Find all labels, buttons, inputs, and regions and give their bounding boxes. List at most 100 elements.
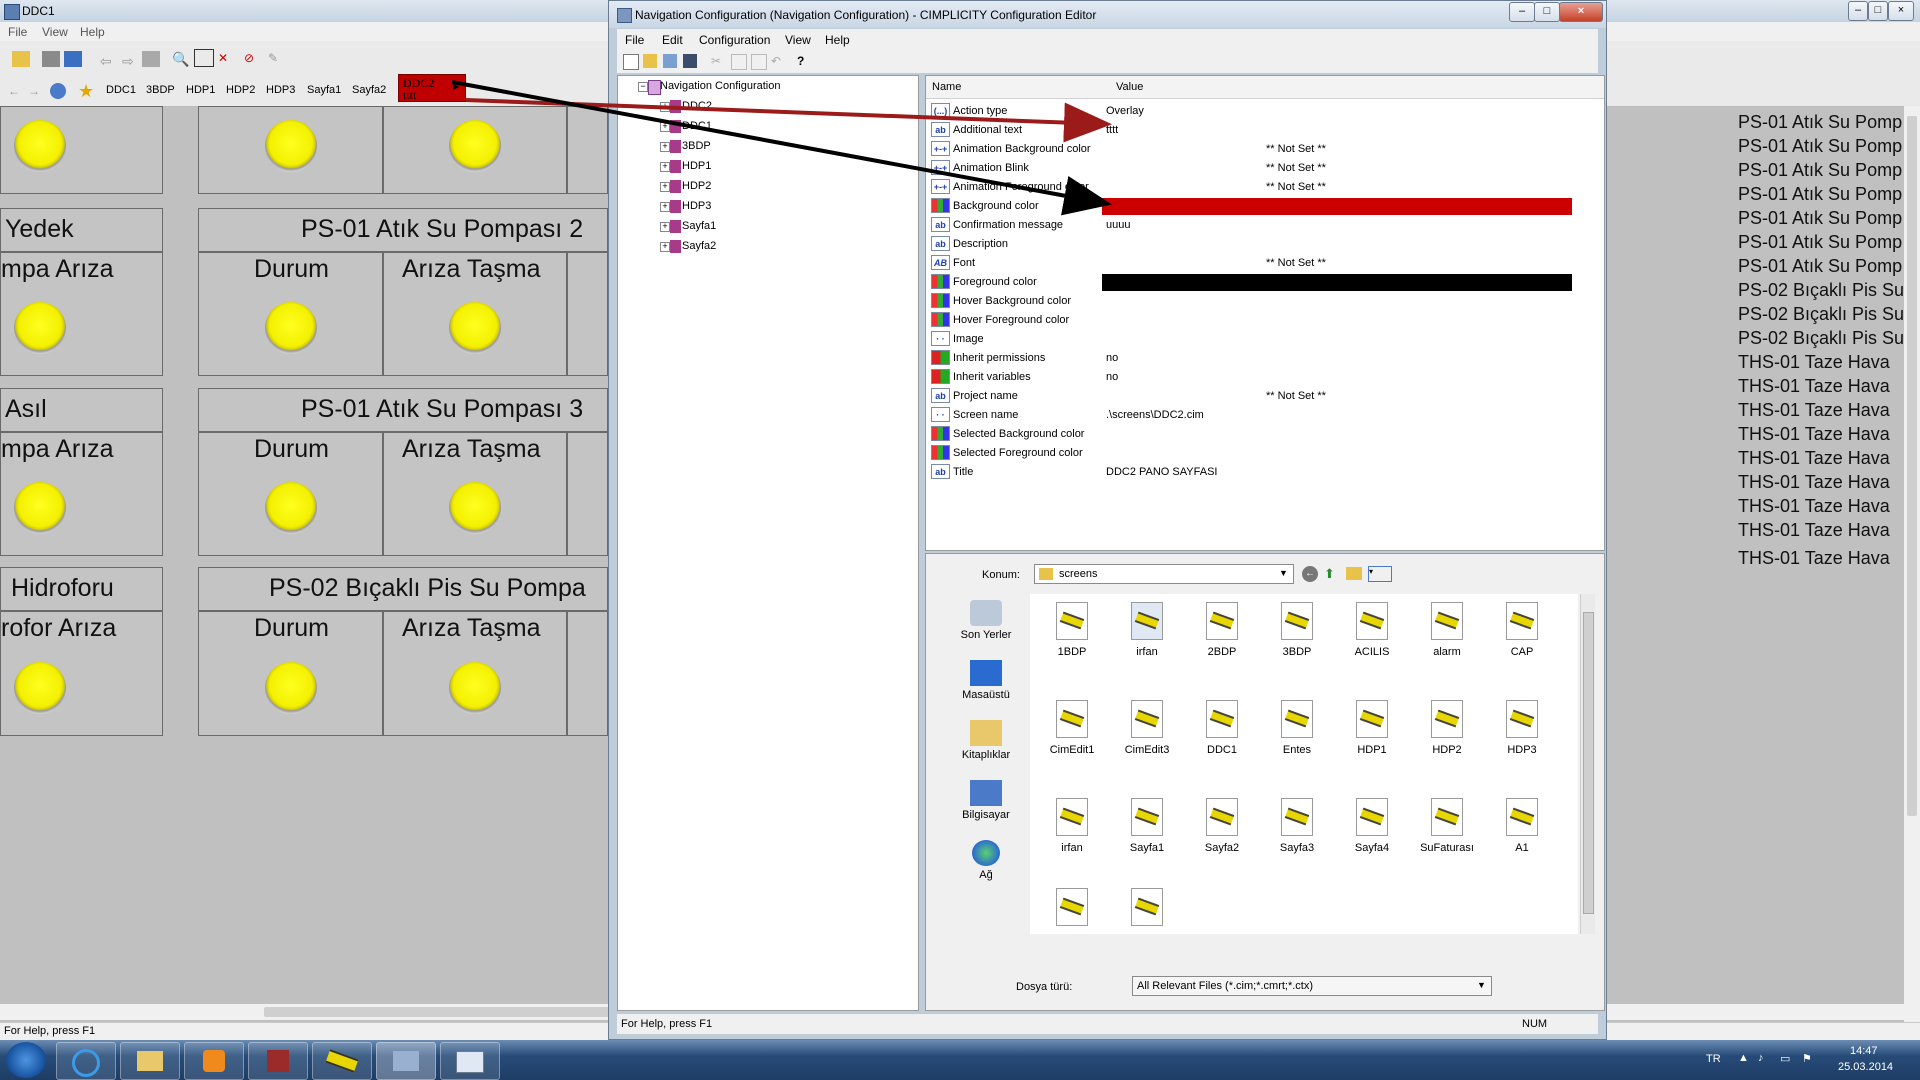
help-pointer-icon[interactable]: [64, 51, 82, 67]
cimplicity-workbench-taskbar-icon[interactable]: [248, 1042, 308, 1080]
clock-date[interactable]: 25.03.2014: [1838, 1061, 1893, 1073]
cut-icon[interactable]: ✂: [711, 54, 725, 68]
expand-icon[interactable]: +: [660, 122, 670, 132]
explorer-taskbar-icon[interactable]: [120, 1042, 180, 1080]
window-taskbar-icon[interactable]: [440, 1042, 500, 1080]
nav-link-sayfa2[interactable]: Sayfa2: [352, 84, 386, 96]
menu-view[interactable]: View: [785, 33, 811, 47]
tray-expand-icon[interactable]: ▲: [1738, 1052, 1749, 1064]
maximize-button[interactable]: □: [1868, 1, 1888, 21]
file-list-scrollbar[interactable]: [1580, 594, 1595, 934]
help-icon[interactable]: ?: [797, 54, 811, 68]
file-item[interactable]: HDP3: [1488, 700, 1556, 756]
globe-icon[interactable]: [50, 83, 66, 99]
view-menu-icon[interactable]: ▾: [1368, 566, 1392, 582]
open-icon[interactable]: [12, 51, 30, 67]
tree-item-ddc2[interactable]: + DDC2: [660, 100, 712, 113]
close-button[interactable]: ×: [1888, 1, 1914, 21]
column-header-name[interactable]: Name: [932, 81, 961, 93]
place-recent[interactable]: Son Yerler: [946, 600, 1026, 641]
expand-icon[interactable]: +: [660, 102, 670, 112]
minimize-button[interactable]: –: [1509, 2, 1535, 22]
prop-row-selected-background-color[interactable]: Selected Background color: [926, 425, 1604, 444]
maximize-button[interactable]: □: [1534, 2, 1560, 22]
menu-configuration[interactable]: Configuration: [699, 33, 770, 47]
prop-row-inherit-variables[interactable]: Inherit variables no: [926, 368, 1604, 387]
prop-row-animation-blink[interactable]: +-+ Animation Blink ** Not Set **: [926, 159, 1604, 178]
background-color-swatch[interactable]: [1102, 198, 1572, 215]
prop-row-description[interactable]: ab Description: [926, 235, 1604, 254]
file-item[interactable]: Sayfa2: [1188, 798, 1256, 854]
prop-value[interactable]: DDC2 PANO SAYFASI: [1106, 466, 1217, 478]
print-icon[interactable]: [42, 51, 60, 67]
tree-item-3bdp[interactable]: + 3BDP: [660, 140, 711, 153]
zoom-cancel-icon[interactable]: ✕: [218, 51, 236, 67]
place-libraries[interactable]: Kitaplıklar: [946, 720, 1026, 761]
new-folder-icon[interactable]: [1346, 567, 1362, 580]
filetype-dropdown[interactable]: All Relevant Files (*.cim;*.cmrt;*.ctx) …: [1132, 976, 1492, 996]
prop-row-action-type[interactable]: (...) Action type Overlay: [926, 102, 1604, 121]
file-item[interactable]: CimEdit1: [1038, 700, 1106, 756]
file-item[interactable]: irfan: [1113, 602, 1181, 658]
tree-item-hdp3[interactable]: + HDP3: [660, 200, 711, 213]
place-computer[interactable]: Bilgisayar: [946, 780, 1026, 821]
tree-item-hdp1[interactable]: + HDP1: [660, 160, 711, 173]
open-icon[interactable]: [643, 54, 657, 68]
vertical-scrollbar[interactable]: [1904, 106, 1920, 1022]
prop-value[interactable]: tttt: [1106, 124, 1118, 136]
file-item[interactable]: 3BDP: [1263, 602, 1331, 658]
menu-help[interactable]: Help: [825, 33, 850, 47]
file-item[interactable]: Entes: [1263, 700, 1331, 756]
prop-row-animation-background-color[interactable]: +-+ Animation Background color ** Not Se…: [926, 140, 1604, 159]
file-item[interactable]: SuFaturası: [1413, 798, 1481, 854]
place-network[interactable]: Ağ: [946, 840, 1026, 881]
prop-row-confirmation-message[interactable]: ab Confirmation message uuuu: [926, 216, 1604, 235]
prop-row-screen-name[interactable]: · · Screen name .\screens\DDC2.cim: [926, 406, 1604, 425]
favorite-star-icon[interactable]: ★: [78, 81, 96, 101]
file-item[interactable]: CAP: [1488, 602, 1556, 658]
file-item[interactable]: ACILIS: [1338, 602, 1406, 658]
prop-value[interactable]: ** Not Set **: [1226, 390, 1366, 402]
tree-item-sayfa1[interactable]: + Sayfa1: [660, 220, 716, 233]
menu-view[interactable]: View: [42, 25, 68, 39]
prop-row-title[interactable]: ab Title DDC2 PANO SAYFASI: [926, 463, 1604, 482]
stop-icon[interactable]: [142, 51, 160, 67]
file-item[interactable]: alarm: [1413, 602, 1481, 658]
minimize-button[interactable]: –: [1848, 1, 1868, 21]
config-title-bar[interactable]: Navigation Configuration (Navigation Con…: [609, 1, 1606, 28]
expand-icon[interactable]: +: [660, 202, 670, 212]
file-item[interactable]: Sayfa1: [1113, 798, 1181, 854]
forward-icon[interactable]: ⇨: [122, 53, 140, 69]
expand-icon[interactable]: +: [660, 162, 670, 172]
clock-time[interactable]: 14:47: [1850, 1045, 1878, 1057]
expand-icon[interactable]: +: [660, 242, 670, 252]
file-item[interactable]: Sayfa4: [1338, 798, 1406, 854]
pan-icon[interactable]: ✎: [268, 51, 286, 67]
prop-value[interactable]: ** Not Set **: [1226, 181, 1366, 193]
prop-value[interactable]: uuuu: [1106, 219, 1130, 231]
close-button[interactable]: ×: [1559, 2, 1603, 22]
prop-row-inherit-permissions[interactable]: Inherit permissions no: [926, 349, 1604, 368]
ddc2-nav-button[interactable]: DDC2 tttt ▶: [398, 74, 466, 102]
expand-icon[interactable]: +: [660, 222, 670, 232]
prop-row-hover-background-color[interactable]: Hover Background color: [926, 292, 1604, 311]
prop-row-project-name[interactable]: ab Project name ** Not Set **: [926, 387, 1604, 406]
expand-icon[interactable]: +: [660, 182, 670, 192]
back-icon[interactable]: ⇦: [100, 53, 118, 69]
save-icon[interactable]: [683, 54, 697, 68]
prop-row-image[interactable]: · · Image: [926, 330, 1604, 349]
menu-help[interactable]: Help: [80, 25, 105, 39]
menu-file[interactable]: File: [625, 33, 644, 47]
refresh-icon[interactable]: [663, 54, 677, 68]
zoom-box-icon[interactable]: [194, 49, 214, 67]
file-item[interactable]: [1038, 888, 1106, 932]
file-item[interactable]: CimEdit3: [1113, 700, 1181, 756]
file-item[interactable]: DDC1: [1188, 700, 1256, 756]
chevron-down-icon[interactable]: ▼: [1279, 568, 1288, 578]
back-icon[interactable]: ←: [1302, 566, 1318, 582]
media-player-taskbar-icon[interactable]: [184, 1042, 244, 1080]
nav-link-3bdp[interactable]: 3BDP: [146, 84, 175, 96]
new-icon[interactable]: [623, 54, 639, 70]
action-center-icon[interactable]: ⚑: [1802, 1052, 1812, 1065]
tree-item-ddc1[interactable]: + DDC1: [660, 120, 712, 133]
